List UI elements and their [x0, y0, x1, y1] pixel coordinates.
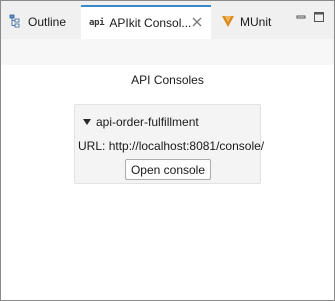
tab-munit-label: MUnit: [240, 15, 272, 29]
tab-apikit-console[interactable]: api APIkit Consol...: [81, 5, 211, 39]
api-console-entry: api-order-fulfillment URL: http://localh…: [74, 104, 264, 184]
maximize-icon[interactable]: [314, 9, 324, 27]
minimize-icon[interactable]: [296, 9, 306, 27]
tab-outline[interactable]: Outline: [9, 5, 66, 39]
munit-icon: [221, 14, 235, 31]
api-name: api-order-fulfillment: [96, 115, 199, 129]
tab-bar: Outline api APIkit Consol... MUnit: [1, 1, 334, 39]
api-url: http://localhost:8081/console/: [108, 139, 265, 153]
collapse-arrow-icon[interactable]: [83, 119, 91, 125]
page-title: API Consoles: [131, 73, 204, 87]
api-url-row: URL: http://localhost:8081/console/: [78, 139, 264, 153]
close-icon[interactable]: [191, 16, 203, 28]
toolbar-area: [1, 39, 334, 65]
open-console-button[interactable]: Open console: [125, 159, 211, 180]
tab-outline-label: Outline: [28, 15, 67, 29]
apikit-console-view: Outline api APIkit Consol... MUnit API C…: [0, 0, 335, 301]
tab-munit[interactable]: MUnit: [221, 5, 271, 39]
tab-apikit-console-label: APIkit Consol...: [109, 16, 192, 30]
api-icon: api: [89, 18, 105, 28]
api-header[interactable]: api-order-fulfillment: [83, 115, 199, 129]
outline-icon: [9, 14, 23, 31]
url-label: URL:: [78, 139, 106, 153]
